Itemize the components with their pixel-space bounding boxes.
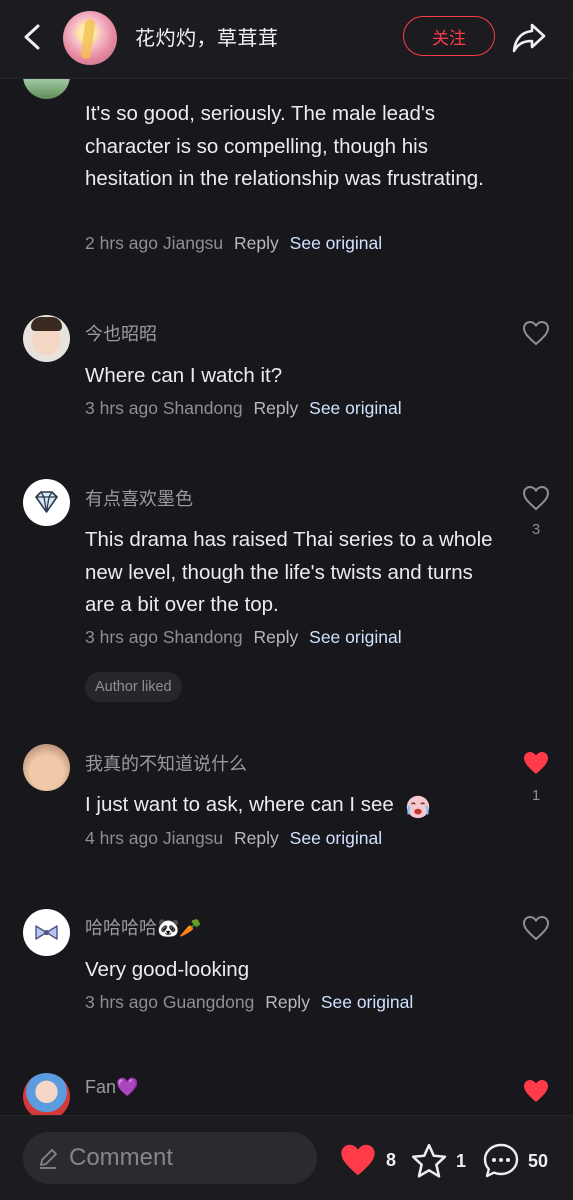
commenter-avatar[interactable] xyxy=(23,315,70,362)
comment-text: This drama has raised Thai series to a w… xyxy=(85,528,493,616)
like-total: 8 xyxy=(386,1149,397,1170)
comment-location: Shandong xyxy=(162,627,243,647)
reply-button[interactable]: Reply xyxy=(234,828,279,848)
comment-location: Jiangsu xyxy=(162,828,224,848)
like-count: 1 xyxy=(531,787,541,804)
comment-time: 4 hrs ago xyxy=(85,828,158,848)
comment-username[interactable]: Fan💜 xyxy=(85,1077,138,1098)
like-button[interactable]: 8 xyxy=(338,1142,396,1178)
favorite-button[interactable]: 1 xyxy=(410,1142,466,1180)
see-original-button[interactable]: See original xyxy=(309,627,401,647)
comments-button[interactable]: 50 xyxy=(482,1142,548,1180)
reply-button[interactable]: Reply xyxy=(254,398,299,418)
comment-location: Jiangsu xyxy=(162,233,224,253)
comment-username[interactable]: 哈哈哈哈🐼🥕 xyxy=(85,914,202,940)
comment-username[interactable]: 有点喜欢墨色 xyxy=(85,485,193,511)
top-bar: 花灼灼，草茸茸 关注 xyxy=(0,0,573,79)
comment-username[interactable]: 今也昭昭 xyxy=(85,320,157,346)
see-original-button[interactable]: See original xyxy=(309,398,401,418)
diamond-icon xyxy=(35,491,58,513)
see-original-button[interactable]: See original xyxy=(290,233,382,253)
comment-meta: 2 hrs ago Jiangsu Reply See original xyxy=(85,233,382,254)
share-icon[interactable] xyxy=(510,18,548,56)
comment-location: Shandong xyxy=(162,398,243,418)
author-liked-badge: Author liked xyxy=(85,672,182,702)
crying-face-emoji-icon xyxy=(406,795,429,818)
comment-input[interactable]: Comment xyxy=(23,1132,317,1184)
follow-button[interactable]: 关注 xyxy=(403,16,495,56)
heart-outline-icon[interactable] xyxy=(522,320,550,346)
comment-meta: 3 hrs ago Shandong Reply See original xyxy=(85,398,402,419)
star-outline-icon xyxy=(411,1143,447,1178)
comment-location: Guangdong xyxy=(162,992,255,1012)
reply-button[interactable]: Reply xyxy=(234,233,279,253)
author-avatar[interactable] xyxy=(63,11,117,65)
see-original-button[interactable]: See original xyxy=(290,828,382,848)
bow-icon xyxy=(35,925,58,940)
comment-time: 2 hrs ago xyxy=(85,233,158,253)
comment-text: It's so good, seriously. The male lead's… xyxy=(85,102,484,190)
comment-meta: 3 hrs ago Shandong Reply See original xyxy=(85,627,402,648)
comment-time: 3 hrs ago xyxy=(85,992,158,1012)
commenter-avatar[interactable] xyxy=(23,744,70,791)
heart-filled-icon[interactable] xyxy=(522,1078,550,1104)
reply-button[interactable]: Reply xyxy=(254,627,299,647)
comment-text: Very good-looking xyxy=(85,958,250,981)
heart-outline-icon[interactable] xyxy=(522,485,550,511)
comment-time: 3 hrs ago xyxy=(85,627,158,647)
comment-text-content: I just want to ask, where can I see xyxy=(85,793,394,816)
like-count: 3 xyxy=(531,521,541,538)
comment-total: 50 xyxy=(528,1150,549,1171)
heart-filled-icon[interactable] xyxy=(522,750,550,776)
pencil-icon xyxy=(40,1149,57,1169)
comment-text: Where can I watch it? xyxy=(85,364,283,387)
see-original-button[interactable]: See original xyxy=(321,992,413,1012)
commenter-avatar[interactable] xyxy=(23,909,70,956)
comment-username[interactable]: 我真的不知道说什么 xyxy=(85,750,247,776)
bottom-action-bar: Comment 8 1 50 xyxy=(0,1115,573,1200)
commenter-avatar[interactable] xyxy=(23,1073,70,1120)
comment-placeholder: Comment xyxy=(69,1144,174,1171)
comment-meta: 3 hrs ago Guangdong Reply See original xyxy=(85,992,413,1013)
favorite-total: 1 xyxy=(456,1150,467,1171)
comment-text: I just want to ask, where can I see xyxy=(85,789,505,822)
heart-filled-icon xyxy=(341,1144,375,1176)
reply-button[interactable]: Reply xyxy=(265,992,310,1012)
heart-outline-icon[interactable] xyxy=(522,915,550,941)
back-icon[interactable] xyxy=(18,22,46,52)
avatar-hair xyxy=(31,317,62,331)
comment-meta: 4 hrs ago Jiangsu Reply See original xyxy=(85,828,382,849)
author-name[interactable]: 花灼灼，草茸茸 xyxy=(135,22,279,51)
comment-bubble-icon xyxy=(483,1143,519,1178)
commenter-avatar[interactable] xyxy=(23,479,70,526)
comment-time: 3 hrs ago xyxy=(85,398,158,418)
